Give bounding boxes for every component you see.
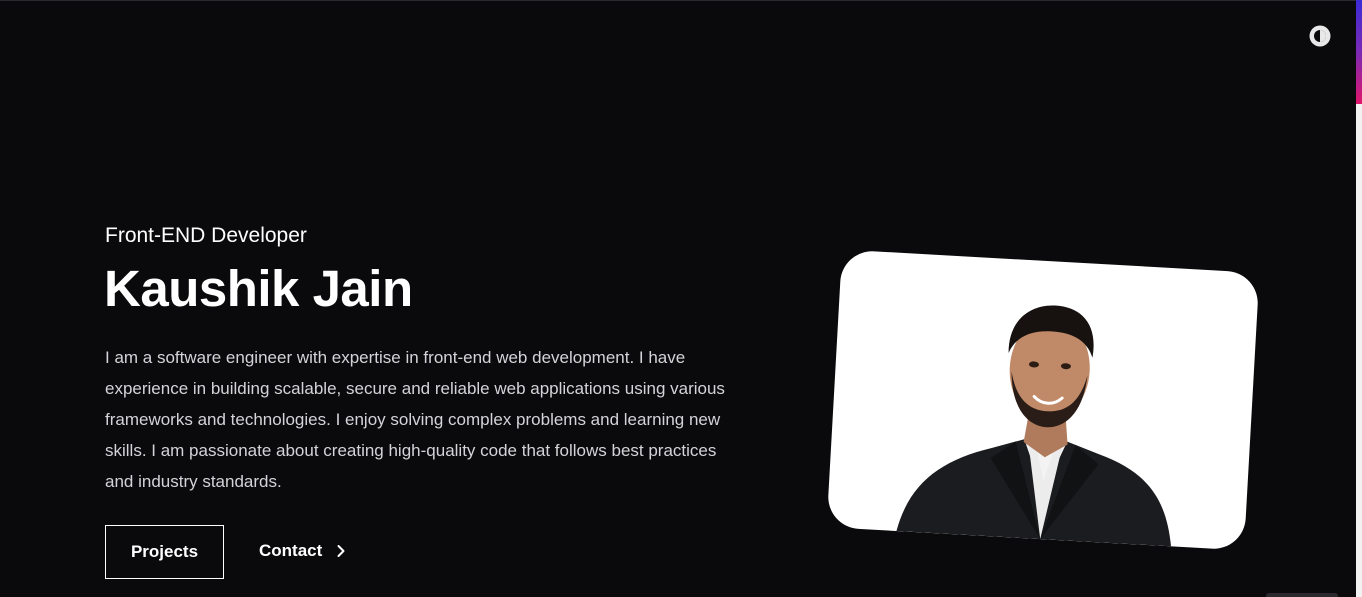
- hero-name: Kaushik Jain: [104, 260, 413, 317]
- projects-button-label: Projects: [130, 542, 199, 561]
- contact-button-label: Contact: [259, 541, 323, 560]
- contrast-icon[interactable]: [1309, 25, 1331, 47]
- hero-bio: I am a software engineer with expertise …: [105, 348, 725, 491]
- bottom-corner-tab: [1266, 593, 1338, 597]
- portrait-illustration: [896, 305, 1172, 547]
- scrollbar-track[interactable]: [1356, 0, 1362, 597]
- page: Front-END Developer Kaushik Jain I am a …: [0, 0, 1362, 597]
- contact-button[interactable]: Contact: [259, 535, 348, 567]
- top-border: [0, 0, 1356, 1]
- chevron-right-icon: [337, 545, 345, 557]
- hero-role: Front-END Developer: [105, 224, 307, 247]
- scrollbar-thumb[interactable]: [1356, 0, 1362, 104]
- projects-button[interactable]: Projects: [105, 525, 224, 579]
- profile-photo: [826, 249, 1260, 551]
